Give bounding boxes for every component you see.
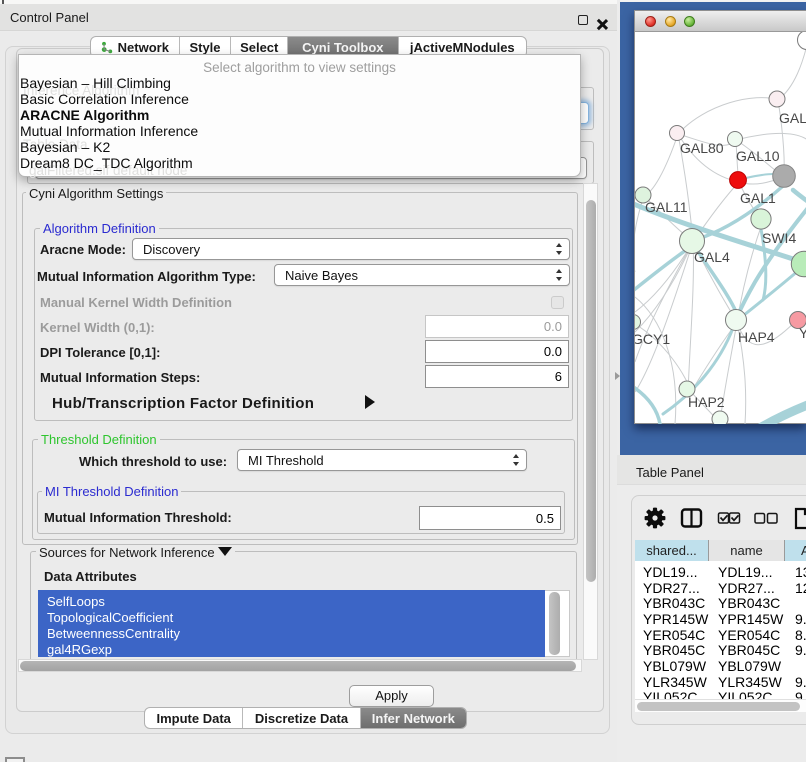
svg-text:GAL1: GAL1 xyxy=(740,190,776,206)
svg-text:GCY1: GCY1 xyxy=(635,331,670,347)
svg-text:GAL80: GAL80 xyxy=(680,140,724,156)
svg-text:GAL10: GAL10 xyxy=(736,148,780,164)
svg-text:Y: Y xyxy=(799,325,806,341)
svg-text:SWI4: SWI4 xyxy=(762,230,796,246)
svg-text:HAP4: HAP4 xyxy=(738,329,775,345)
svg-text:HAP2: HAP2 xyxy=(688,394,725,410)
svg-text:GAL4: GAL4 xyxy=(694,249,730,265)
svg-text:GAL11: GAL11 xyxy=(645,199,688,215)
svg-text:GAL8: GAL8 xyxy=(779,110,806,126)
